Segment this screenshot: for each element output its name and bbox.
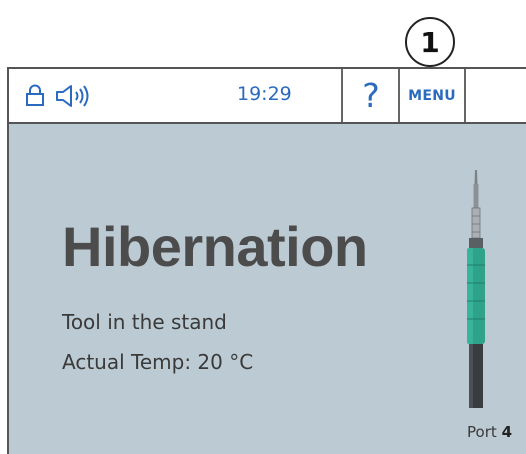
port-label: Port bbox=[467, 423, 497, 441]
actual-temp-text: Actual Temp: 20 °C bbox=[62, 350, 254, 374]
tool-status-text: Tool in the stand bbox=[62, 310, 227, 334]
page-title: Hibernation bbox=[62, 215, 368, 278]
speaker-icon[interactable] bbox=[54, 83, 94, 109]
device-screen: 19:29 ? MENU Hibernation Tool in the sta… bbox=[7, 67, 526, 454]
status-bar: 19:29 ? MENU bbox=[9, 69, 526, 124]
menu-button[interactable]: MENU bbox=[399, 69, 465, 122]
callout-number: 1 bbox=[420, 25, 440, 59]
soldering-tool-icon bbox=[467, 170, 485, 408]
port-number: 4 bbox=[501, 423, 512, 441]
clock-time: 19:29 bbox=[237, 83, 292, 105]
lock-icon[interactable] bbox=[25, 84, 45, 106]
port-indicator: Port 4 bbox=[467, 423, 512, 441]
divider bbox=[464, 69, 466, 122]
help-button[interactable]: ? bbox=[343, 69, 399, 122]
callout-marker: 1 bbox=[405, 17, 455, 67]
